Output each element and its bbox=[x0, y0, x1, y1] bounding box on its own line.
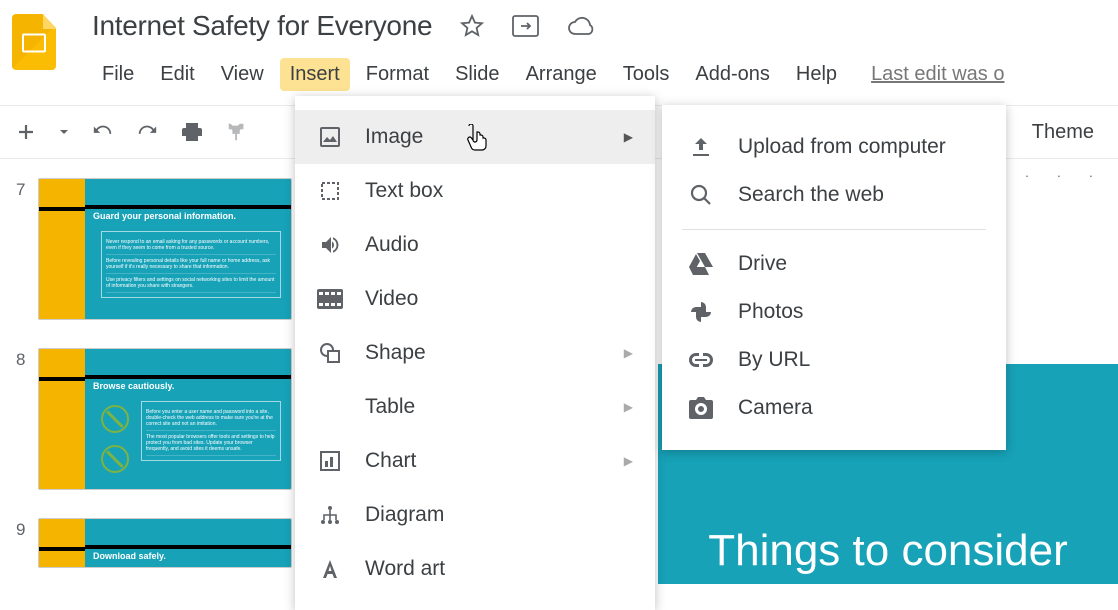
menu-edit[interactable]: Edit bbox=[150, 58, 204, 91]
photos-icon bbox=[688, 300, 714, 324]
slide-number: 7 bbox=[16, 178, 38, 320]
chart-icon bbox=[317, 449, 343, 473]
move-icon[interactable] bbox=[512, 15, 539, 37]
submenu-arrow-icon: ▶ bbox=[624, 346, 633, 360]
submenu-by-url[interactable]: By URL bbox=[662, 336, 1006, 384]
menu-divider bbox=[682, 229, 986, 230]
textbox-icon bbox=[317, 179, 343, 203]
submenu-drive[interactable]: Drive bbox=[662, 240, 1006, 288]
menubar: File Edit View Insert Format Slide Arran… bbox=[92, 58, 1004, 91]
cloud-icon[interactable] bbox=[567, 16, 595, 36]
diagram-icon bbox=[317, 503, 343, 527]
drive-icon bbox=[688, 253, 714, 275]
submenu-arrow-icon: ▶ bbox=[624, 400, 633, 414]
menu-tools[interactable]: Tools bbox=[613, 58, 680, 91]
menu-insert[interactable]: Insert bbox=[280, 58, 350, 91]
menu-item-shape[interactable]: Shape ▶ bbox=[295, 326, 655, 380]
app-logo[interactable] bbox=[12, 14, 56, 70]
menu-format[interactable]: Format bbox=[356, 58, 439, 91]
menu-file[interactable]: File bbox=[92, 58, 144, 91]
menu-slide[interactable]: Slide bbox=[445, 58, 509, 91]
upload-icon bbox=[688, 135, 714, 159]
slide-thumb-8[interactable]: Browse cautiously. Before you enter a us… bbox=[38, 348, 292, 490]
submenu-search-web[interactable]: Search the web bbox=[662, 171, 1006, 219]
doc-title[interactable]: Internet Safety for Everyone bbox=[92, 10, 432, 42]
shape-icon bbox=[317, 341, 343, 365]
image-submenu-panel: Upload from computer Search the web Driv… bbox=[662, 105, 1006, 450]
paint-format-button[interactable] bbox=[226, 121, 248, 143]
new-slide-button[interactable] bbox=[16, 122, 36, 142]
search-icon bbox=[688, 183, 714, 207]
menu-arrange[interactable]: Arrange bbox=[516, 58, 607, 91]
submenu-camera[interactable]: Camera bbox=[662, 384, 1006, 432]
image-icon bbox=[317, 125, 343, 149]
slide-number: 8 bbox=[16, 348, 38, 490]
menu-item-video[interactable]: Video bbox=[295, 272, 655, 326]
slide-thumb-7[interactable]: Guard your personal information. Never r… bbox=[38, 178, 292, 320]
print-button[interactable] bbox=[180, 120, 204, 144]
menu-item-table[interactable]: Table ▶ bbox=[295, 380, 655, 434]
theme-button[interactable]: Theme bbox=[1018, 115, 1108, 150]
menu-view[interactable]: View bbox=[211, 58, 274, 91]
undo-button[interactable] bbox=[92, 121, 114, 143]
menu-item-textbox[interactable]: Text box bbox=[295, 164, 655, 218]
menu-item-diagram[interactable]: Diagram bbox=[295, 488, 655, 542]
link-icon bbox=[688, 353, 714, 367]
submenu-photos[interactable]: Photos bbox=[662, 288, 1006, 336]
menu-item-chart[interactable]: Chart ▶ bbox=[295, 434, 655, 488]
submenu-upload[interactable]: Upload from computer bbox=[662, 123, 1006, 171]
menu-item-audio[interactable]: Audio bbox=[295, 218, 655, 272]
canvas-heading: Things to consider bbox=[708, 526, 1068, 576]
slide-thumb-9[interactable]: Download safely. bbox=[38, 518, 292, 568]
star-icon[interactable] bbox=[460, 14, 484, 38]
submenu-arrow-icon: ▶ bbox=[624, 130, 633, 144]
new-slide-dropdown[interactable] bbox=[58, 126, 70, 138]
slide-thumbnail-panel: 7 Guard your personal information. Never… bbox=[0, 168, 305, 596]
last-edit-link[interactable]: Last edit was o bbox=[871, 63, 1004, 86]
wordart-icon bbox=[317, 557, 343, 581]
submenu-arrow-icon: ▶ bbox=[624, 454, 633, 468]
audio-icon bbox=[317, 233, 343, 257]
video-icon bbox=[317, 289, 343, 309]
ruler-mark: 6 · · · · bbox=[990, 168, 1118, 198]
menu-item-wordart[interactable]: Word art bbox=[295, 542, 655, 596]
insert-menu-panel: Image ▶ Text box Audio Video Shape ▶ Tab… bbox=[295, 96, 655, 610]
menu-addons[interactable]: Add-ons bbox=[685, 58, 780, 91]
slide-number: 9 bbox=[16, 518, 38, 568]
redo-button[interactable] bbox=[136, 121, 158, 143]
pointer-cursor-icon bbox=[465, 124, 489, 158]
menu-help[interactable]: Help bbox=[786, 58, 847, 91]
camera-icon bbox=[688, 397, 714, 419]
